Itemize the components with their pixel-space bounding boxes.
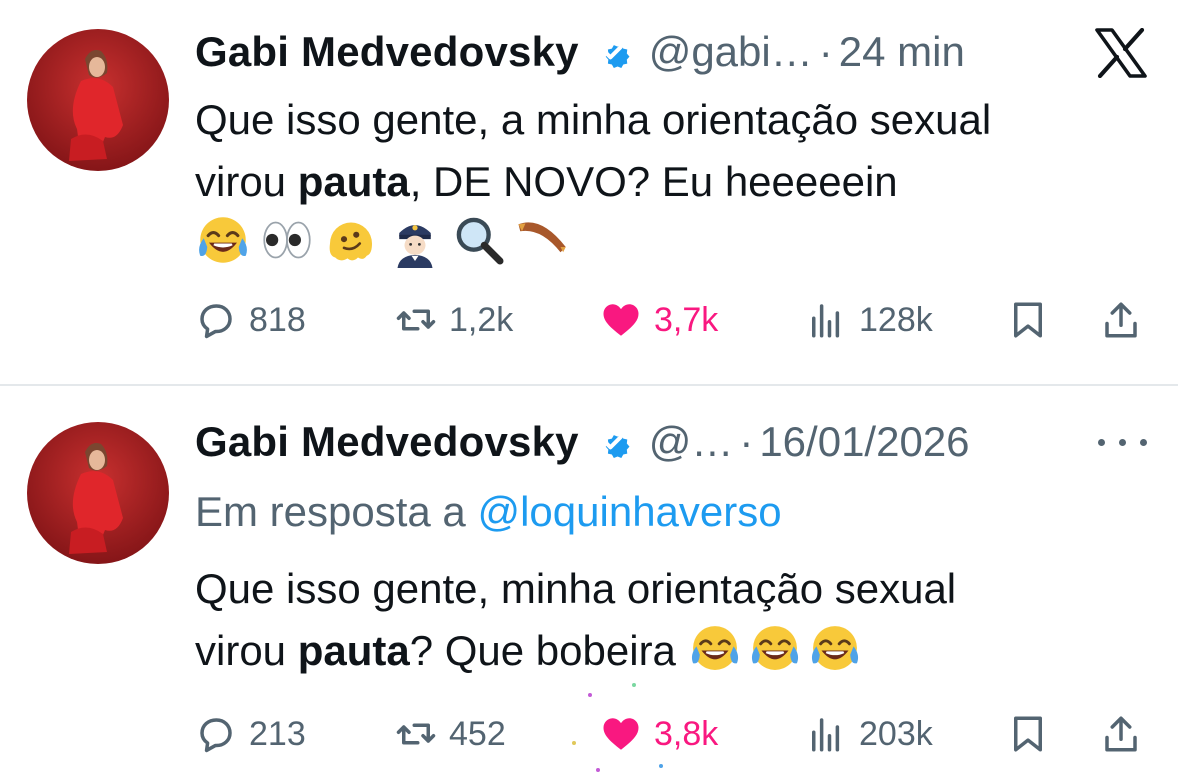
face-with-tears-of-joy-icon — [688, 621, 742, 675]
author-name[interactable]: Gabi Medvedovsky — [195, 418, 579, 466]
tweet-header: Gabi Medvedovsky @… · 16/01/2026 — [195, 416, 970, 468]
views-count: 203k — [859, 714, 933, 753]
avatar[interactable] — [27, 422, 169, 564]
reply-context: Em resposta a @loquinhaverso — [195, 488, 782, 535]
reply-count: 213 — [249, 714, 306, 753]
tweet-text-line: Que isso gente, a minha orientação sexua… — [195, 96, 992, 143]
repost-icon — [396, 723, 436, 745]
repost-count: 1,2k — [449, 300, 514, 339]
like-sparkle-icon — [596, 768, 600, 772]
tweet-card[interactable]: Gabi Medvedovsky @gabi… · 24 min Que iss… — [0, 0, 1178, 384]
views-chart-icon — [812, 718, 840, 752]
bold-text: pauta — [297, 158, 410, 205]
share-button[interactable] — [1100, 704, 1142, 764]
more-options-icon[interactable] — [1098, 434, 1148, 450]
reply-mention-link[interactable]: @loquinhaverso — [477, 488, 781, 535]
views-button[interactable]: 128k — [805, 290, 933, 350]
reply-button[interactable]: 213 — [195, 704, 306, 764]
heart-filled-icon — [603, 718, 639, 750]
emoji-row — [195, 206, 571, 274]
tweet-text-line: virou pauta? Que bobeira — [195, 620, 956, 682]
bookmark-button[interactable] — [1007, 704, 1049, 764]
tweet-text: Que isso gente, a minha orientação sexua… — [195, 89, 991, 213]
x-logo-icon[interactable] — [1094, 28, 1148, 78]
views-chart-icon — [812, 304, 840, 338]
eyes-icon — [259, 212, 315, 268]
face-with-tears-of-joy-icon — [808, 621, 862, 675]
views-count: 128k — [859, 300, 933, 339]
repost-button[interactable]: 452 — [395, 704, 506, 764]
repost-count: 452 — [449, 714, 506, 753]
like-count: 3,7k — [654, 300, 719, 339]
share-icon — [1105, 716, 1137, 752]
tweet-header: Gabi Medvedovsky @gabi… · 24 min — [195, 26, 965, 78]
share-icon — [1105, 302, 1137, 338]
heart-filled-icon — [603, 304, 639, 336]
reply-count: 818 — [249, 300, 306, 339]
like-count: 3,8k — [654, 714, 719, 753]
tweet-text-line: virou pauta, DE NOVO? Eu heeeeein — [195, 158, 898, 205]
timestamp[interactable]: 24 min — [839, 28, 965, 76]
share-button[interactable] — [1100, 290, 1142, 350]
police-officer-icon — [387, 212, 443, 268]
action-bar: 213 452 3,8k 203k — [195, 704, 1155, 764]
repost-icon — [396, 309, 436, 331]
reply-icon — [200, 304, 232, 339]
like-button[interactable]: 3,8k — [600, 704, 718, 764]
author-name[interactable]: Gabi Medvedovsky — [195, 28, 579, 76]
timestamp[interactable]: 16/01/2026 — [759, 418, 969, 466]
magnifying-glass-icon — [451, 212, 507, 268]
reply-icon — [200, 718, 232, 753]
action-bar: 818 1,2k 3,7k 128k — [195, 290, 1155, 350]
separator-dot: · — [818, 28, 833, 75]
separator-dot: · — [739, 418, 754, 465]
author-handle[interactable]: @gabi… — [649, 28, 813, 76]
author-handle[interactable]: @… — [649, 418, 734, 466]
views-button[interactable]: 203k — [805, 704, 933, 764]
face-with-tears-of-joy-icon — [748, 621, 802, 675]
bookmark-icon — [1014, 302, 1042, 338]
like-sparkle-icon — [659, 764, 663, 768]
avatar[interactable] — [27, 29, 169, 171]
face-with-tears-of-joy-icon — [195, 212, 251, 268]
melting-face-icon — [323, 212, 379, 268]
verified-badge-icon[interactable] — [591, 30, 635, 74]
bookmark-icon — [1014, 716, 1042, 752]
tweet-text-line: Que isso gente, minha orientação sexual — [195, 565, 957, 612]
bold-text: pauta — [297, 627, 410, 674]
verified-badge-icon[interactable] — [591, 420, 635, 464]
tweet-text: Que isso gente, minha orientação sexual … — [195, 558, 956, 682]
repost-button[interactable]: 1,2k — [395, 290, 513, 350]
reply-button[interactable]: 818 — [195, 290, 306, 350]
like-button[interactable]: 3,7k — [600, 290, 718, 350]
like-sparkle-icon — [588, 693, 592, 697]
bookmark-button[interactable] — [1007, 290, 1049, 350]
like-sparkle-icon — [632, 683, 636, 687]
boomerang-icon — [515, 212, 571, 268]
